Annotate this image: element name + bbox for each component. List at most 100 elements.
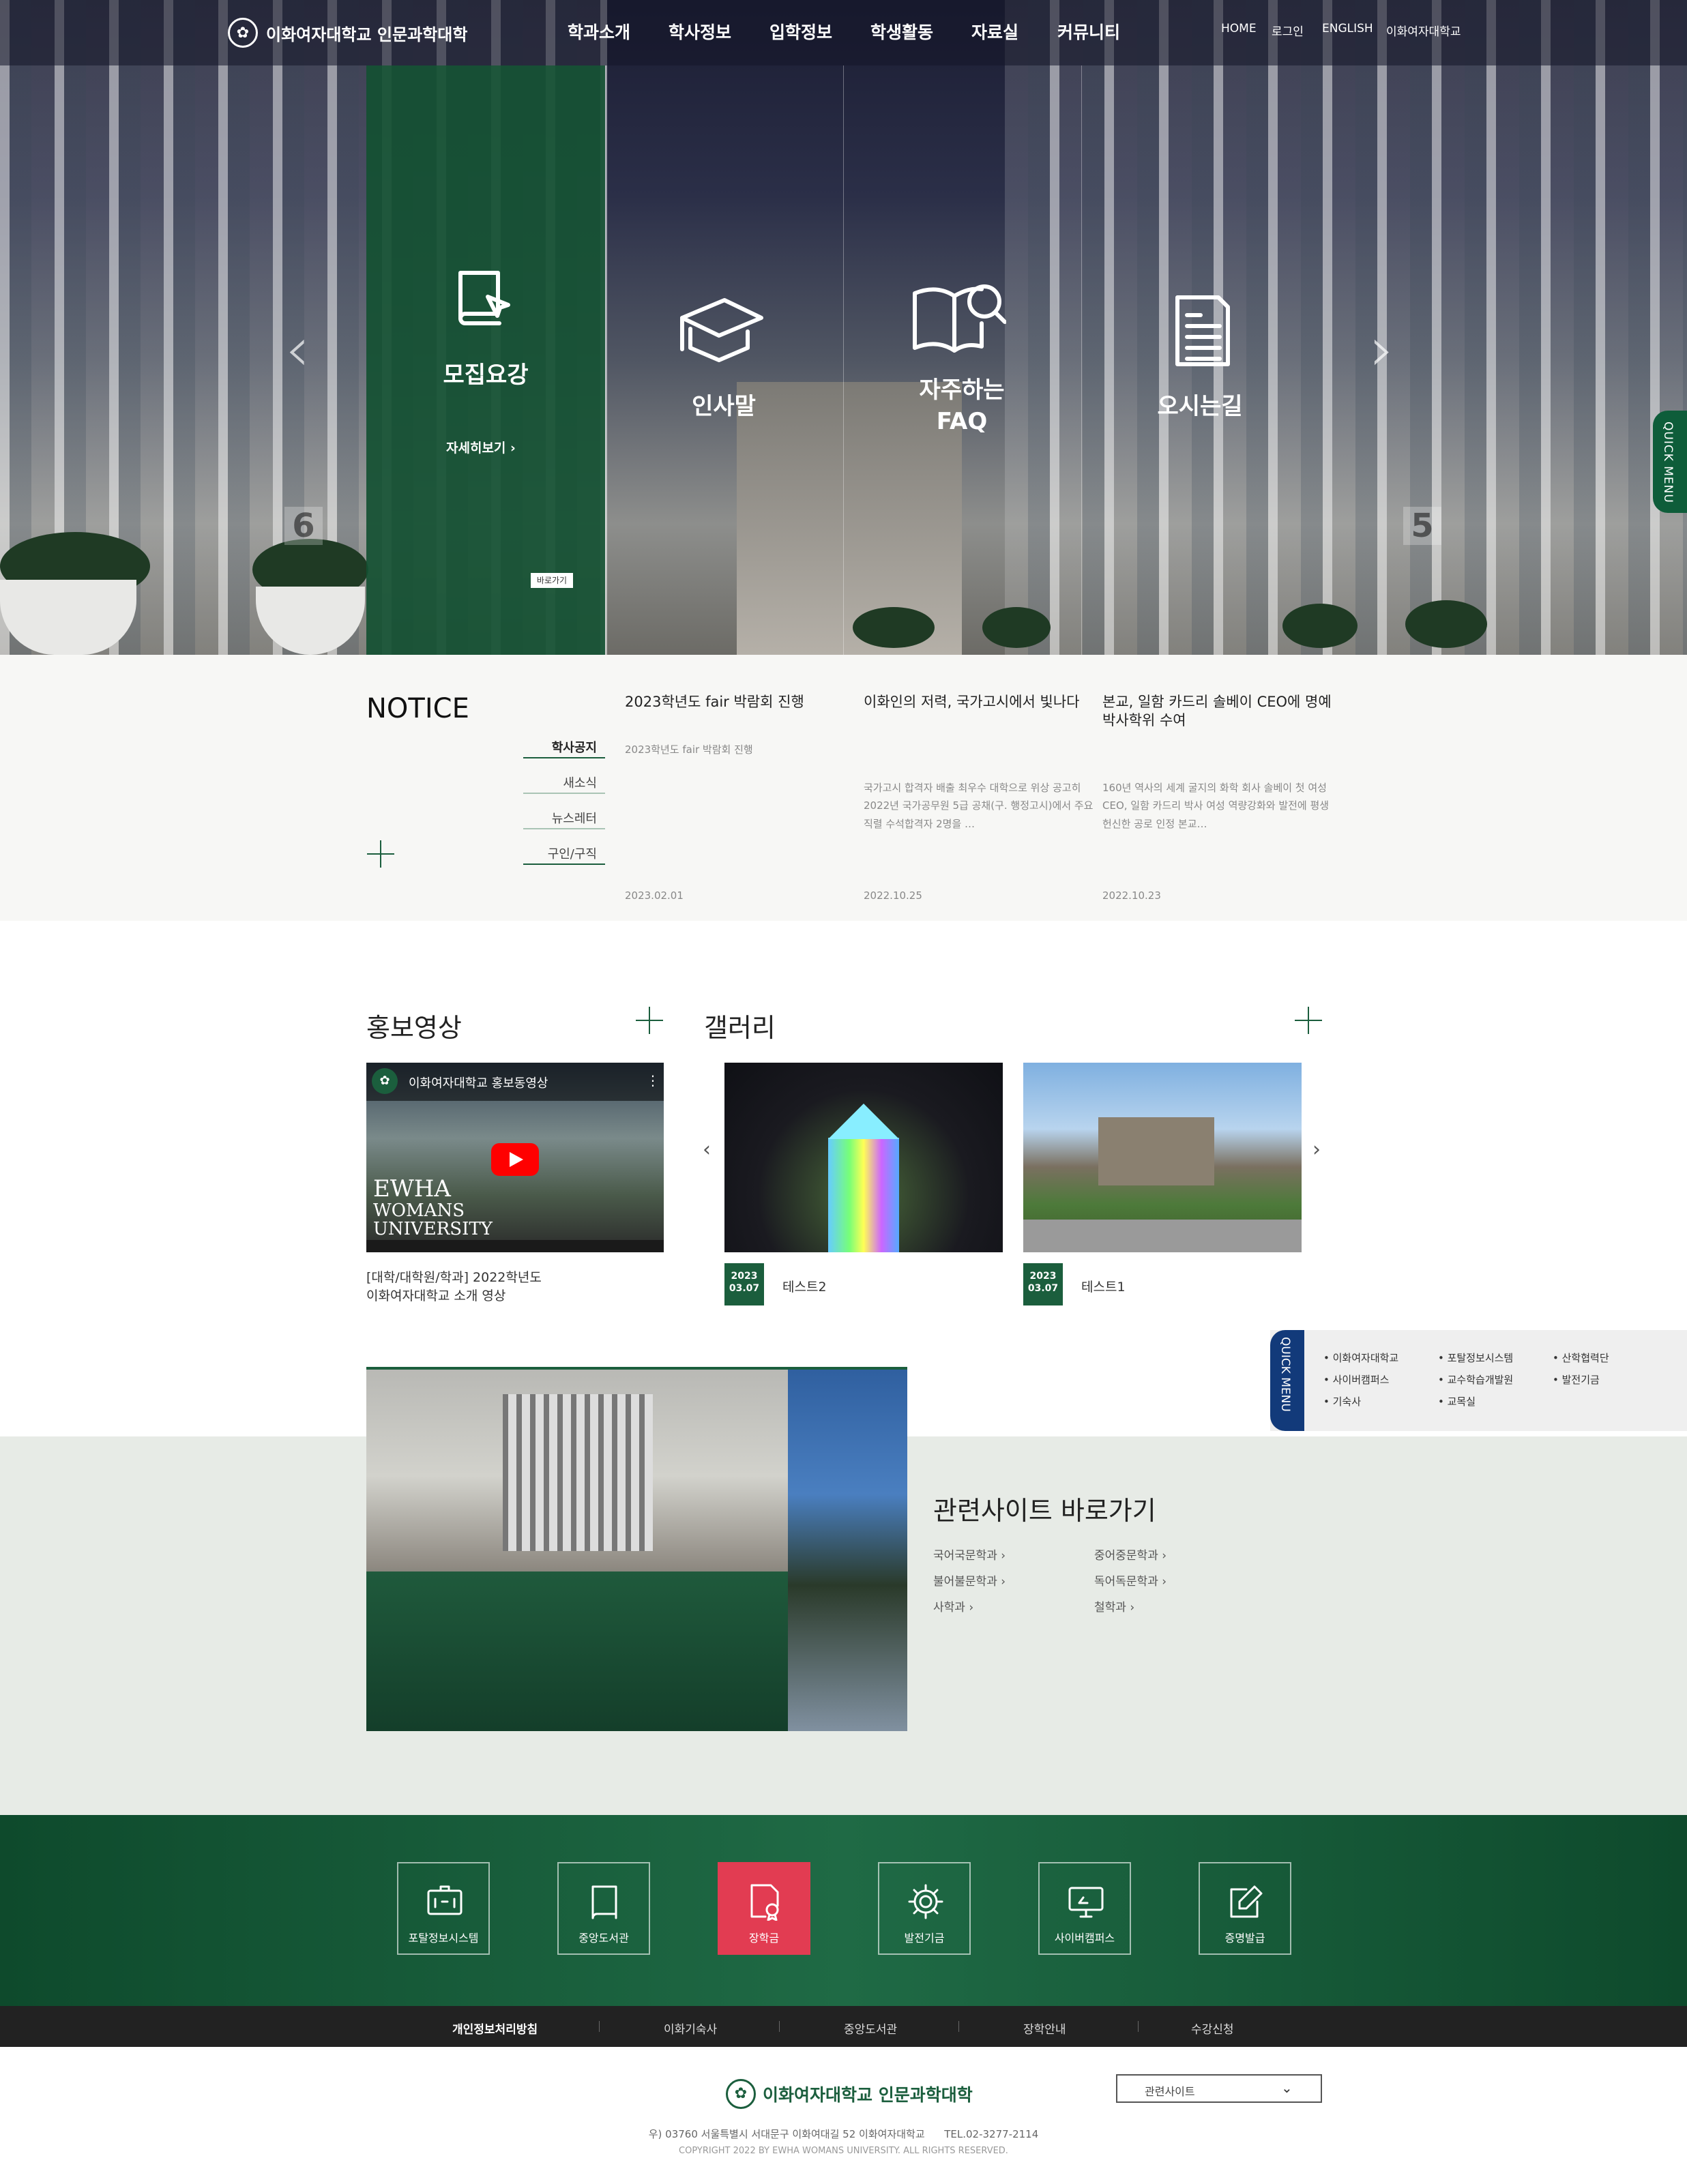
- shortcut-portal[interactable]: 포탈정보시스템: [397, 1862, 490, 1955]
- footer-copyright: COPYRIGHT 2022 BY EWHA WOMANS UNIVERSITY…: [679, 2146, 1008, 2156]
- shortcut-cyber-campus[interactable]: 사이버캠퍼스: [1038, 1862, 1131, 1955]
- panel-label-faq[interactable]: 자주하는 FAQ: [877, 375, 1047, 438]
- footer-link-scholarship[interactable]: 장학안내: [1023, 2020, 1066, 2037]
- nav-item-department[interactable]: 학과소개: [568, 19, 630, 44]
- ewha-seal-icon: ✿: [228, 18, 258, 48]
- panel-label-recruitment[interactable]: 모집요강: [400, 360, 571, 392]
- slide-prev-arrow-icon[interactable]: ‹: [285, 314, 310, 385]
- tab-news[interactable]: 새소식: [523, 773, 605, 794]
- certificate-icon: [750, 1884, 779, 1921]
- video-bottom-bar: [366, 1240, 664, 1252]
- footer-link-divider: [599, 2021, 600, 2032]
- nav-item-academic[interactable]: 학사정보: [669, 19, 731, 44]
- id-card-icon: [427, 1885, 463, 1915]
- quick-link[interactable]: • 발전기금: [1553, 1372, 1600, 1387]
- shortcut-certificate[interactable]: 증명발급: [1199, 1862, 1291, 1955]
- campus-night-photo: [788, 1367, 907, 1731]
- pavilion-shape: [828, 1138, 899, 1252]
- notice-item-title: 이화인의 저력, 국가고시에서 빛나다: [864, 694, 1080, 710]
- shortcut-scholarship[interactable]: 장학금: [718, 1862, 810, 1955]
- notice-item[interactable]: 이화인의 저력, 국가고시에서 빛나다 국가고시 합격자 배출 최우수 대학으로…: [864, 693, 1096, 902]
- chevron-right-icon: ›: [1162, 1575, 1167, 1589]
- notice-item-body: 국가고시 합격자 배출 최우수 대학으로 위상 공고히 2022년 국가공무원 …: [864, 782, 1094, 830]
- overlay-line: EWHA: [373, 1175, 451, 1202]
- overlay-line: UNIVERSITY: [373, 1218, 493, 1239]
- slide-next-arrow-icon[interactable]: ›: [1370, 314, 1394, 385]
- notice-item-date: 2022.10.25: [864, 889, 922, 902]
- gallery-next-arrow-icon[interactable]: ›: [1312, 1138, 1321, 1162]
- quick-link[interactable]: • 사이버캠퍼스: [1323, 1372, 1389, 1387]
- related-link[interactable]: 독어독문학과 ›: [1094, 1571, 1167, 1589]
- photo-topline: [366, 1367, 907, 1370]
- tab-newsletter[interactable]: 뉴스레터: [523, 809, 605, 829]
- util-login-link[interactable]: 로그인: [1272, 22, 1304, 39]
- promo-video-player[interactable]: ✿ 이화여자대학교 홍보동영상 ⋮ EWHA WOMANS UNIVERSITY: [366, 1063, 664, 1252]
- shortcut-library[interactable]: 중앙도서관: [557, 1862, 650, 1955]
- footer-link-privacy[interactable]: 개인정보처리방침: [452, 2020, 538, 2037]
- pavilion-roof: [828, 1104, 899, 1139]
- chevron-right-icon: ›: [1162, 1549, 1167, 1563]
- site-logo[interactable]: ✿ 이화여자대학교 인문과학대학: [228, 18, 467, 48]
- gallery-more-plus-icon[interactable]: [1295, 1007, 1322, 1034]
- more-link[interactable]: 자세히보기 ›: [446, 438, 516, 456]
- panel-label-directions[interactable]: 오시는길: [1115, 392, 1285, 423]
- slide-prev-number[interactable]: 6: [284, 507, 323, 545]
- footer-link-divider: [1138, 2021, 1139, 2032]
- gallery-item-label[interactable]: 테스트1: [1081, 1277, 1126, 1295]
- quick-link[interactable]: • 교수학습개발원: [1438, 1372, 1513, 1387]
- play-triangle: [510, 1152, 523, 1167]
- related-link[interactable]: 국어국문학과 ›: [933, 1546, 1006, 1563]
- related-link[interactable]: 중어중문학과 ›: [1094, 1546, 1167, 1563]
- panel-divider: [843, 65, 844, 655]
- notice-more-plus-icon[interactable]: [367, 840, 394, 868]
- shortcut-label: 장학금: [748, 1932, 780, 1945]
- util-ewha-link[interactable]: 이화여자대학교: [1386, 22, 1461, 39]
- video-menu-icon[interactable]: ⋮: [646, 1072, 660, 1089]
- util-english-link[interactable]: ENGLISH: [1322, 22, 1373, 35]
- nav-item-admission[interactable]: 입학정보: [769, 19, 832, 44]
- related-link[interactable]: 철학과 ›: [1094, 1597, 1134, 1614]
- nav-item-archive[interactable]: 자료실: [971, 19, 1018, 44]
- notice-title: NOTICE: [366, 693, 469, 724]
- notice-item[interactable]: 2023학년도 fair 박람회 진행 2023학년도 fair 박람회 진행 …: [625, 693, 857, 902]
- related-link[interactable]: 불어불문학과 ›: [933, 1571, 1006, 1589]
- quick-menu-tab[interactable]: QUICK MENU: [1653, 411, 1687, 513]
- tab-academic-notice[interactable]: 학사공지: [523, 738, 605, 758]
- footer-link-library[interactable]: 중앙도서관: [844, 2020, 897, 2037]
- util-home-link[interactable]: HOME: [1221, 22, 1257, 35]
- shortcut-fund[interactable]: 발전기금: [878, 1862, 971, 1955]
- promo-more-plus-icon[interactable]: [636, 1007, 663, 1034]
- gallery-prev-arrow-icon[interactable]: ‹: [703, 1138, 711, 1162]
- quick-link[interactable]: • 산학협력단: [1553, 1351, 1609, 1365]
- promo-video-caption[interactable]: [대학/대학원/학과] 2022학년도 이화여자대학교 소개 영상: [366, 1269, 542, 1305]
- quick-link[interactable]: • 교목실: [1438, 1394, 1476, 1408]
- related-link[interactable]: 사학과 ›: [933, 1597, 973, 1614]
- quick-link[interactable]: • 포탈정보시스템: [1438, 1351, 1513, 1365]
- gallery-image-campus-building[interactable]: [1023, 1063, 1302, 1252]
- quick-link[interactable]: • 기숙사: [1323, 1394, 1361, 1408]
- nav-item-community[interactable]: 커뮤니티: [1057, 19, 1120, 44]
- quick-menu-toggle[interactable]: QUICK MENU: [1270, 1330, 1304, 1431]
- footer-link-dormitory[interactable]: 이화기숙사: [664, 2020, 717, 2037]
- slide-next-number[interactable]: 5: [1403, 507, 1441, 545]
- quick-link[interactable]: • 이화여자대학교: [1323, 1351, 1398, 1365]
- quick-link-label: 포탈정보시스템: [1447, 1352, 1514, 1364]
- notice-item-title: 2023학년도 fair 박람회 진행: [625, 694, 804, 710]
- hero-banner: ✿ 이화여자대학교 인문과학대학 학과소개 학사정보 입학정보 학생활동 자료실…: [0, 0, 1687, 655]
- overlay-line: WOMANS: [373, 1200, 465, 1221]
- gallery-item-label[interactable]: 테스트2: [782, 1277, 827, 1295]
- open-book-search-icon: [913, 284, 1006, 353]
- related-site-select[interactable]: 관련사이트 ⌄: [1116, 2074, 1322, 2103]
- gallery-image-rainbow-pavilion[interactable]: [724, 1063, 1003, 1252]
- related-link-label: 철학과: [1094, 1601, 1126, 1614]
- notice-item[interactable]: 본교, 일함 카드리 솔베이 CEO에 명예박사학위 수여 160년 역사의 세…: [1102, 693, 1334, 902]
- nav-item-student-activity[interactable]: 학생활동: [870, 19, 933, 44]
- youtube-play-icon[interactable]: [491, 1143, 539, 1176]
- tab-jobs[interactable]: 구인/구직: [523, 844, 605, 865]
- footer-link-registration[interactable]: 수강신청: [1191, 2020, 1234, 2037]
- footer-logo[interactable]: ✿ 이화여자대학교 인문과학대학: [726, 2079, 973, 2109]
- shortcut-button[interactable]: 바로가기: [531, 573, 573, 588]
- badge-day: 03.07: [1027, 1283, 1059, 1295]
- video-overlay-text: EWHA WOMANS UNIVERSITY: [373, 1177, 493, 1239]
- panel-label-greeting[interactable]: 인사말: [639, 392, 809, 423]
